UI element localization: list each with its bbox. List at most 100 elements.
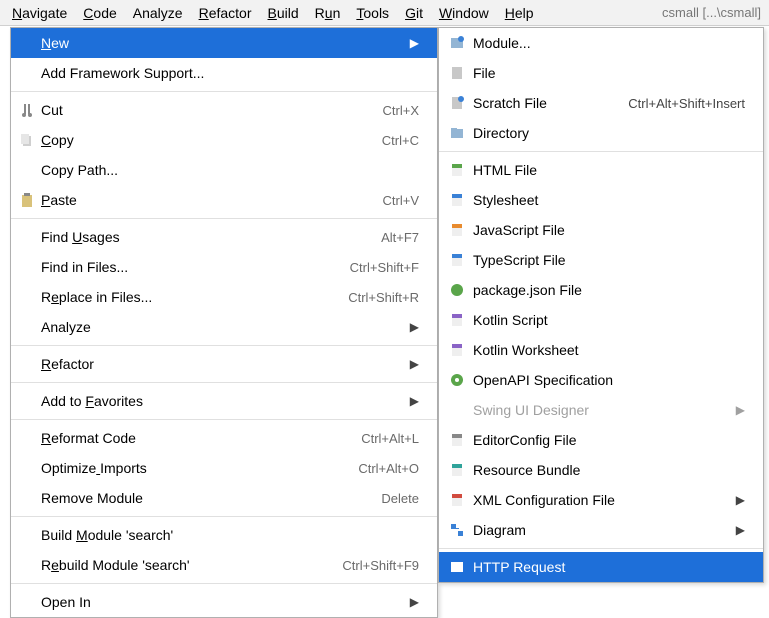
menubar-item-window[interactable]: Window <box>431 3 497 23</box>
file-menu-label: Rebuild Module 'search' <box>41 557 330 573</box>
new-menu-label: EditorConfig File <box>473 432 745 448</box>
file-menu-label: Build Module 'search' <box>41 527 419 543</box>
shortcut: Ctrl+Alt+L <box>349 431 419 446</box>
file-menu-label: Remove Module <box>41 490 369 506</box>
new-menu-item-typescript-file[interactable]: TypeScript File <box>439 245 763 275</box>
shortcut: Ctrl+Shift+R <box>336 290 419 305</box>
file-menu-item-replace-in-files[interactable]: Replace in Files...Ctrl+Shift+R <box>11 282 437 312</box>
file-menu-label: Paste <box>41 192 371 208</box>
menubar-item-refactor[interactable]: Refactor <box>191 3 260 23</box>
file-menu-item-copy[interactable]: CopyCtrl+C <box>11 125 437 155</box>
copy-icon <box>19 132 35 148</box>
menubar-item-navigate[interactable]: Navigate <box>4 3 75 23</box>
new-menu-item-file[interactable]: File <box>439 58 763 88</box>
shortcut: Ctrl+Shift+F9 <box>330 558 419 573</box>
file-menu-item-refactor[interactable]: Refactor▶ <box>11 349 437 379</box>
file-menu-item-analyze[interactable]: Analyze▶ <box>11 312 437 342</box>
new-menu-separator <box>439 548 763 549</box>
project-label: csmall [...\csmall] <box>662 5 765 20</box>
new-menu-item-scratch-file[interactable]: Scratch FileCtrl+Alt+Shift+Insert <box>439 88 763 118</box>
kotlin-icon <box>449 342 465 358</box>
file-menu-item-find-in-files[interactable]: Find in Files...Ctrl+Shift+F <box>11 252 437 282</box>
file-menu-item-cut[interactable]: CutCtrl+X <box>11 95 437 125</box>
menubar-item-analyze[interactable]: Analyze <box>125 3 191 23</box>
new-menu-label: Swing UI Designer <box>473 402 726 418</box>
new-menu-label: Module... <box>473 35 745 51</box>
new-menu-item-openapi-specification[interactable]: OpenAPI Specification <box>439 365 763 395</box>
file-menu-separator <box>11 218 437 219</box>
file-menu-item-copy-path[interactable]: Copy Path... <box>11 155 437 185</box>
shortcut: Ctrl+Shift+F <box>338 260 419 275</box>
shortcut: Alt+F7 <box>369 230 419 245</box>
new-menu-item-kotlin-worksheet[interactable]: Kotlin Worksheet <box>439 335 763 365</box>
submenu-arrow-icon: ▶ <box>400 357 419 371</box>
kotlin-icon <box>449 312 465 328</box>
new-menu-item-editorconfig-file[interactable]: EditorConfig File <box>439 425 763 455</box>
new-menu-label: HTTP Request <box>473 559 745 575</box>
new-menu-label: HTML File <box>473 162 745 178</box>
new-menu-item-module[interactable]: Module... <box>439 28 763 58</box>
file-context-menu: New▶Add Framework Support...CutCtrl+XCop… <box>10 27 438 618</box>
new-menu-item-http-request[interactable]: HTTP Request <box>439 552 763 582</box>
file-menu-label: Refactor <box>41 356 400 372</box>
submenu-arrow-icon: ▶ <box>726 403 745 417</box>
new-menu-label: JavaScript File <box>473 222 745 238</box>
file-menu-label: Add to Favorites <box>41 393 400 409</box>
file-menu-label: Optimize Imports <box>41 460 346 476</box>
menubar-item-build[interactable]: Build <box>260 3 307 23</box>
file-menu-item-open-in[interactable]: Open In▶ <box>11 587 437 617</box>
bundle-icon <box>449 462 465 478</box>
diagram-icon <box>449 522 465 538</box>
new-menu-label: Stylesheet <box>473 192 745 208</box>
submenu-arrow-icon: ▶ <box>726 493 745 507</box>
new-menu-item-directory[interactable]: Directory <box>439 118 763 148</box>
menubar-item-help[interactable]: Help <box>497 3 542 23</box>
module-icon <box>449 35 465 51</box>
shortcut: Ctrl+Alt+O <box>346 461 419 476</box>
css-icon <box>449 192 465 208</box>
new-menu-item-stylesheet[interactable]: Stylesheet <box>439 185 763 215</box>
new-menu-item-xml-configuration-file[interactable]: XML Configuration File▶ <box>439 485 763 515</box>
new-menu-item-package-json-file[interactable]: package.json File <box>439 275 763 305</box>
file-menu-item-find-usages[interactable]: Find UsagesAlt+F7 <box>11 222 437 252</box>
new-menu-item-resource-bundle[interactable]: Resource Bundle <box>439 455 763 485</box>
menubar-item-run[interactable]: Run <box>307 3 349 23</box>
file-menu-item-remove-module[interactable]: Remove ModuleDelete <box>11 483 437 513</box>
submenu-arrow-icon: ▶ <box>726 523 745 537</box>
new-menu-item-diagram[interactable]: Diagram▶ <box>439 515 763 545</box>
new-menu-label: Scratch File <box>473 95 616 111</box>
submenu-arrow-icon: ▶ <box>400 320 419 334</box>
file-menu-item-reformat-code[interactable]: Reformat CodeCtrl+Alt+L <box>11 423 437 453</box>
shortcut: Ctrl+Alt+Shift+Insert <box>616 96 745 111</box>
file-menu-label: New <box>41 35 400 51</box>
shortcut: Ctrl+V <box>371 193 419 208</box>
new-menu-item-javascript-file[interactable]: JavaScript File <box>439 215 763 245</box>
ts-icon <box>449 252 465 268</box>
file-menu-item-add-framework-support[interactable]: Add Framework Support... <box>11 58 437 88</box>
submenu-arrow-icon: ▶ <box>400 394 419 408</box>
file-menu-item-new[interactable]: New▶ <box>11 28 437 58</box>
menubar-item-git[interactable]: Git <box>397 3 431 23</box>
file-menu-separator <box>11 91 437 92</box>
file-menu-label: Add Framework Support... <box>41 65 419 81</box>
shortcut: Delete <box>369 491 419 506</box>
file-menu-separator <box>11 345 437 346</box>
file-menu-item-add-to-favorites[interactable]: Add to Favorites▶ <box>11 386 437 416</box>
file-icon <box>449 65 465 81</box>
menubar: NavigateCodeAnalyzeRefactorBuildRunTools… <box>0 0 769 26</box>
npm-icon <box>449 282 465 298</box>
file-menu-item-optimize-imports[interactable]: Optimize ImportsCtrl+Alt+O <box>11 453 437 483</box>
file-menu-item-build-module-search[interactable]: Build Module 'search' <box>11 520 437 550</box>
file-menu-label: Reformat Code <box>41 430 349 446</box>
file-menu-label: Copy Path... <box>41 162 419 178</box>
new-menu-item-html-file[interactable]: HTML File <box>439 155 763 185</box>
file-menu-item-rebuild-module-search[interactable]: Rebuild Module 'search'Ctrl+Shift+F9 <box>11 550 437 580</box>
file-menu-separator <box>11 583 437 584</box>
file-menu-label: Cut <box>41 102 371 118</box>
new-menu-label: OpenAPI Specification <box>473 372 745 388</box>
new-menu-item-kotlin-script[interactable]: Kotlin Script <box>439 305 763 335</box>
new-menu-label: Directory <box>473 125 745 141</box>
file-menu-item-paste[interactable]: PasteCtrl+V <box>11 185 437 215</box>
menubar-item-code[interactable]: Code <box>75 3 124 23</box>
menubar-item-tools[interactable]: Tools <box>348 3 397 23</box>
